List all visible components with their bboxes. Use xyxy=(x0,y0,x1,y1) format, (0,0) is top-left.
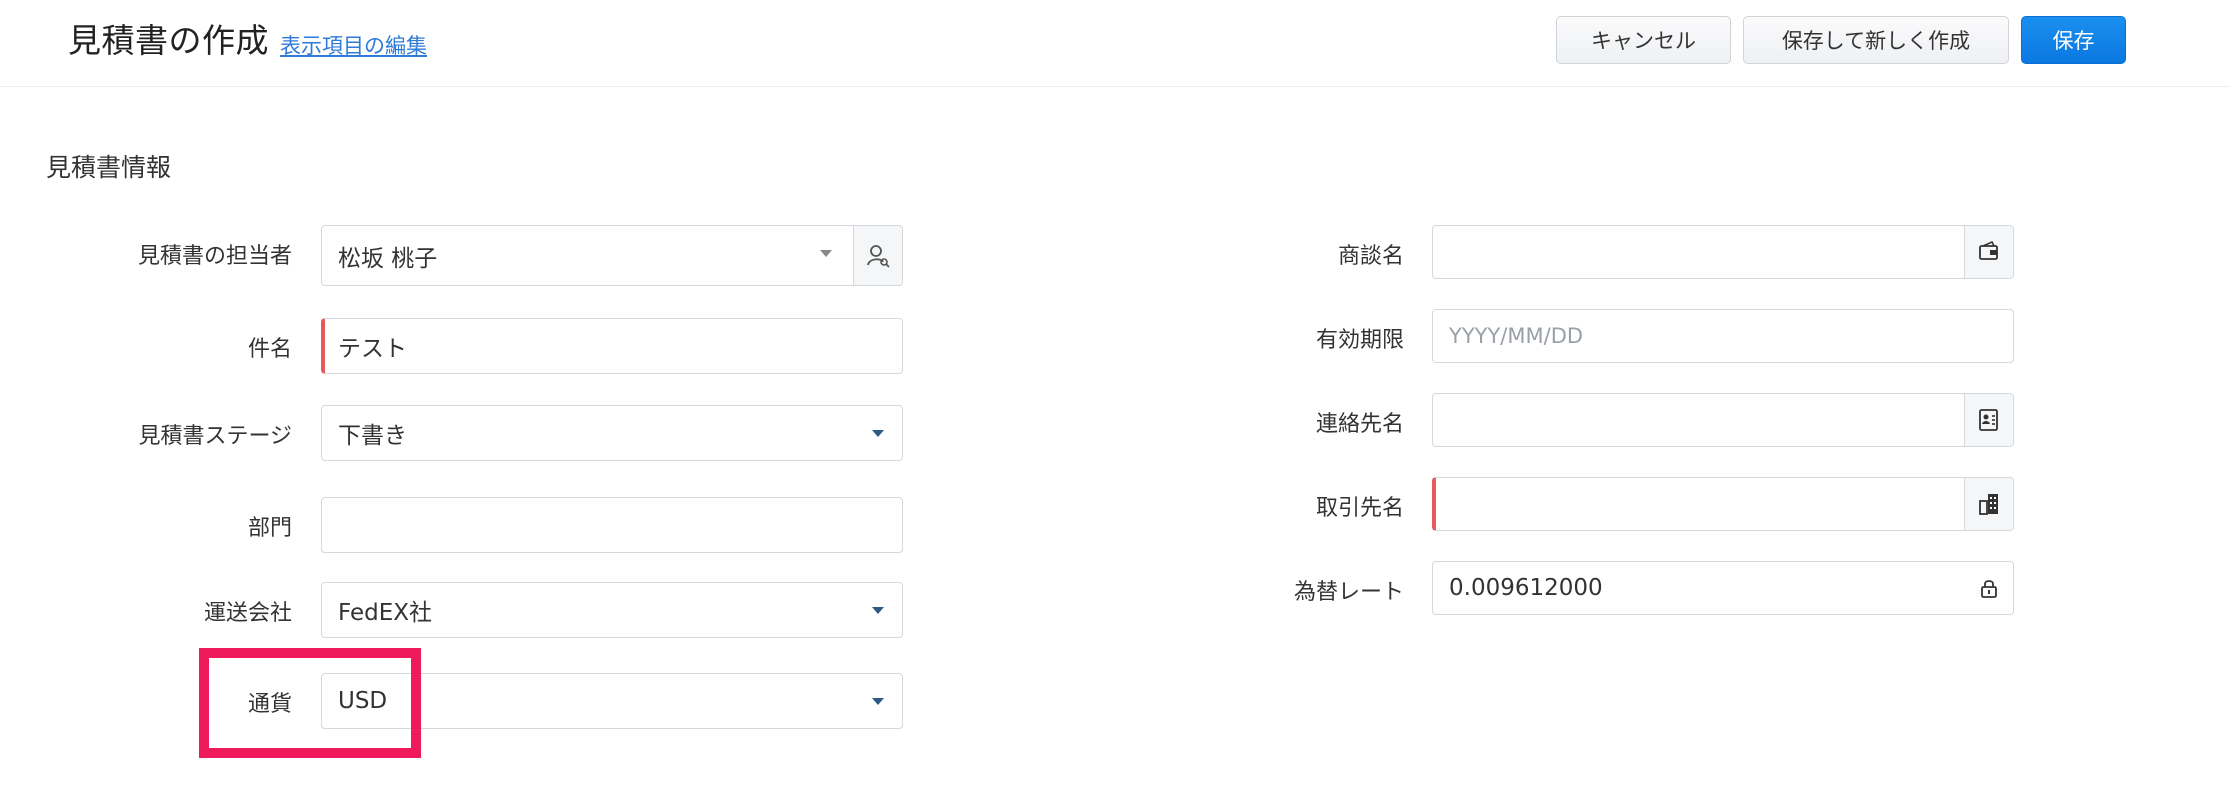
page-header: 見積書の作成 表示項目の編集 キャンセル 保存して新しく作成 保存 xyxy=(0,0,2229,87)
contact-card-icon[interactable] xyxy=(1964,394,2013,446)
chevron-down-icon xyxy=(872,430,884,437)
currency-value: USD xyxy=(338,688,388,714)
valid-until-label: 有効期限 xyxy=(1315,328,1404,353)
deal-input[interactable] xyxy=(1432,225,2014,279)
valid-until-input[interactable]: YYYY/MM/DD xyxy=(1432,309,2014,363)
stage-label: 見積書ステージ xyxy=(138,424,292,449)
user-search-icon[interactable] xyxy=(853,226,902,285)
carrier-label: 運送会社 xyxy=(203,601,292,626)
owner-value: 松坂 桃子 xyxy=(338,245,438,272)
subject-input[interactable]: テスト xyxy=(321,318,903,374)
contact-input[interactable] xyxy=(1432,393,2014,447)
subject-value: テスト xyxy=(338,336,407,362)
exchange-rate-value: 0.009612000 xyxy=(1449,575,1603,601)
save-button[interactable]: 保存 xyxy=(2021,16,2126,64)
edit-layout-link[interactable]: 表示項目の編集 xyxy=(280,30,427,60)
subject-label: 件名 xyxy=(247,337,292,362)
account-input[interactable] xyxy=(1432,477,2014,531)
stage-select[interactable]: 下書き xyxy=(321,405,903,461)
save-and-new-button[interactable]: 保存して新しく作成 xyxy=(1743,16,2009,64)
department-input[interactable] xyxy=(321,497,903,553)
cancel-button[interactable]: キャンセル xyxy=(1556,16,1731,64)
exchange-rate-label: 為替レート xyxy=(1293,580,1404,605)
exchange-rate-input: 0.009612000 xyxy=(1432,561,2014,615)
page-title: 見積書の作成 xyxy=(68,21,269,60)
chevron-down-icon xyxy=(872,698,884,705)
section-title: 見積書情報 xyxy=(46,153,172,182)
building-icon[interactable] xyxy=(1964,478,2013,530)
deal-label: 商談名 xyxy=(1337,244,1404,269)
lock-icon xyxy=(1965,562,2013,614)
chevron-down-icon xyxy=(872,607,884,614)
carrier-select[interactable]: FedEX社 xyxy=(321,582,903,638)
account-label: 取引先名 xyxy=(1315,496,1404,521)
owner-select[interactable]: 松坂 桃子 xyxy=(321,225,903,286)
currency-highlight-box xyxy=(199,648,421,758)
department-label: 部門 xyxy=(247,516,292,541)
chevron-down-icon xyxy=(820,250,832,257)
owner-label: 見積書の担当者 xyxy=(137,244,292,269)
carrier-value: FedEX社 xyxy=(338,600,433,626)
contact-label: 連絡先名 xyxy=(1315,412,1404,437)
valid-until-placeholder: YYYY/MM/DD xyxy=(1449,324,1584,348)
stage-value: 下書き xyxy=(338,423,407,449)
wallet-icon[interactable] xyxy=(1964,226,2013,278)
